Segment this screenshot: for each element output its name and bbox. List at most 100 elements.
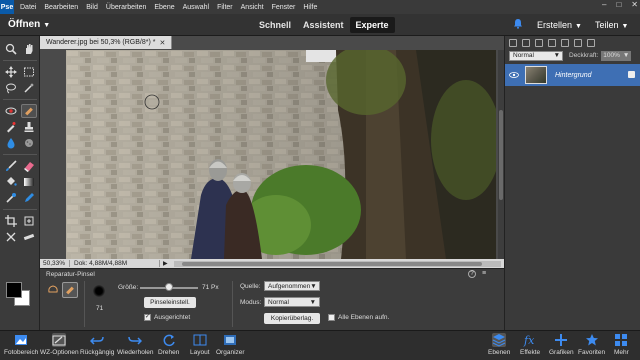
opacity-label: Deckkraft: <box>569 52 599 59</box>
marquee-tool-icon[interactable] <box>21 65 37 79</box>
eraser-tool-icon[interactable] <box>21 159 37 173</box>
lock-transparency-icon[interactable] <box>574 38 582 47</box>
source-select[interactable]: Aufgenommen ▼ <box>264 281 320 291</box>
svg-text:fx: fx <box>523 334 535 347</box>
menu-datei[interactable]: Datei <box>20 4 36 11</box>
tab-experte[interactable]: Experte <box>349 17 395 33</box>
opacity-field[interactable]: 100% ▼ <box>601 50 632 61</box>
delete-layer-icon[interactable] <box>587 38 595 47</box>
brush-tool-icon[interactable] <box>3 159 19 173</box>
menu-hilfe[interactable]: Hilfe <box>303 4 317 11</box>
menu-ueberarbeiten[interactable]: Überarbeiten <box>106 4 146 11</box>
straighten-tool-icon[interactable] <box>21 230 37 244</box>
rotate-button[interactable]: Drehen <box>158 333 179 356</box>
undo-icon <box>90 336 104 345</box>
open-button[interactable]: Öffnen ▼ <box>8 19 50 30</box>
share-button[interactable]: Teilen ▼ <box>595 20 628 30</box>
layer-row-hintergrund[interactable]: Hintergrund <box>505 64 640 86</box>
lasso-tool-icon[interactable] <box>3 81 19 95</box>
blur-tool-icon[interactable] <box>3 136 19 150</box>
size-slider-knob[interactable] <box>165 283 173 291</box>
create-button[interactable]: Erstellen ▼ <box>537 20 582 30</box>
red-eye-tool-icon[interactable] <box>3 104 19 118</box>
image-canvas[interactable] <box>66 50 496 259</box>
help-icon[interactable]: ? <box>468 270 476 278</box>
menu-ebene[interactable]: Ebene <box>154 4 174 11</box>
sample-all-layers-label: Alle Ebenen aufn. <box>338 314 390 321</box>
organizer-button[interactable]: Organizer <box>216 333 245 356</box>
more-button[interactable]: Mehr <box>614 333 629 356</box>
undo-button[interactable]: Rückgängig <box>80 333 114 356</box>
visibility-eye-icon[interactable] <box>509 72 519 78</box>
redo-button[interactable]: Wiederholen <box>117 333 154 356</box>
paint-bucket-icon[interactable] <box>3 175 19 189</box>
favorites-button[interactable]: Favoriten <box>578 333 605 356</box>
menu-bearbeiten[interactable]: Bearbeiten <box>44 4 78 11</box>
notification-bell-icon[interactable] <box>513 18 523 29</box>
adjustment-layer-icon[interactable] <box>535 38 543 47</box>
spot-healing-brush-icon[interactable] <box>46 283 60 297</box>
scrollbar-thumb[interactable] <box>499 110 503 200</box>
document-tab[interactable]: Wanderer.jpg bei 50,3% (RGB/8*) * ✕ <box>40 36 173 49</box>
horizontal-scrollbar[interactable] <box>173 260 501 267</box>
layout-label: Layout <box>190 349 210 356</box>
zoom-level[interactable]: 50,33% <box>40 260 70 267</box>
smart-brush-icon[interactable] <box>3 120 19 134</box>
menu-ansicht[interactable]: Ansicht <box>241 4 264 11</box>
sample-all-layers-checkbox[interactable] <box>328 314 335 321</box>
new-layer-icon[interactable] <box>509 38 517 47</box>
eyedropper-icon[interactable] <box>3 191 19 205</box>
photo-bin-button[interactable]: Fotobereich <box>4 333 38 356</box>
tab-assistent[interactable]: Assistent <box>297 17 350 33</box>
clone-stamp-icon[interactable] <box>21 120 37 134</box>
blend-mode-select[interactable]: Normal ▼ <box>509 50 563 61</box>
maximize-icon[interactable]: □ <box>616 0 621 9</box>
gradient-tool-icon[interactable] <box>21 175 37 189</box>
recompose-tool-icon[interactable] <box>21 214 37 228</box>
crop-tool-icon[interactable] <box>3 214 19 228</box>
size-value[interactable]: 71 Px <box>202 284 219 291</box>
document-info: Dok: 4,88M/4,88M <box>70 260 160 267</box>
lock-all-icon[interactable] <box>561 38 569 47</box>
minimize-icon[interactable]: – <box>602 0 606 9</box>
app-logo: Pse <box>0 0 14 14</box>
pencil-tool-icon[interactable] <box>21 191 37 205</box>
menu-fenster[interactable]: Fenster <box>272 4 296 11</box>
zoom-tool-icon[interactable] <box>3 42 19 56</box>
sponge-tool-icon[interactable] <box>21 136 37 150</box>
effects-button[interactable]: fx Effekte <box>520 333 540 356</box>
close-document-icon[interactable]: ✕ <box>159 39 165 47</box>
aligned-checkbox[interactable]: ✓ <box>144 314 151 321</box>
menu-filter[interactable]: Filter <box>217 4 233 11</box>
graphics-button[interactable]: Grafiken <box>549 333 574 356</box>
content-aware-move-icon[interactable] <box>3 230 19 244</box>
move-tool-icon[interactable] <box>3 65 19 79</box>
mode-select[interactable]: Normal ▼ <box>264 297 320 307</box>
tab-schnell[interactable]: Schnell <box>253 17 297 33</box>
healing-brush-tool-icon[interactable] <box>21 104 37 118</box>
layers-button[interactable]: Ebenen <box>488 333 510 356</box>
size-label: Größe: <box>118 284 139 291</box>
healing-brush-option-icon[interactable] <box>62 282 78 298</box>
scrollbar-thumb[interactable] <box>181 261 482 266</box>
tool-options-button[interactable]: WZ-Optionen <box>40 333 79 356</box>
close-icon[interactable]: ✕ <box>631 0 638 9</box>
menu-auswahl[interactable]: Auswahl <box>183 4 209 11</box>
photo-wanderer <box>66 50 496 259</box>
document-title: Wanderer.jpg bei 50,3% (RGB/8*) * <box>46 39 156 46</box>
brush-preview-icon[interactable] <box>93 285 105 297</box>
clone-overlay-button[interactable]: Kopierüberlag. <box>264 313 320 324</box>
chevron-right-icon[interactable]: ▶ <box>160 260 171 267</box>
menu-bild[interactable]: Bild <box>86 4 98 11</box>
brush-settings-button[interactable]: Pinseleinstell. <box>144 297 196 308</box>
toolbox-divider <box>3 99 37 100</box>
foreground-color-swatch[interactable] <box>6 282 22 298</box>
layout-button[interactable]: Layout <box>190 333 210 356</box>
hand-tool-icon[interactable] <box>21 42 37 56</box>
magic-wand-icon[interactable] <box>21 81 37 95</box>
brush-size-number: 71 <box>96 305 104 312</box>
favorites-star-icon <box>585 334 598 346</box>
panel-menu-icon[interactable]: ≡ <box>482 270 486 277</box>
layer-mask-icon[interactable] <box>548 38 556 47</box>
new-group-icon[interactable] <box>522 38 530 47</box>
